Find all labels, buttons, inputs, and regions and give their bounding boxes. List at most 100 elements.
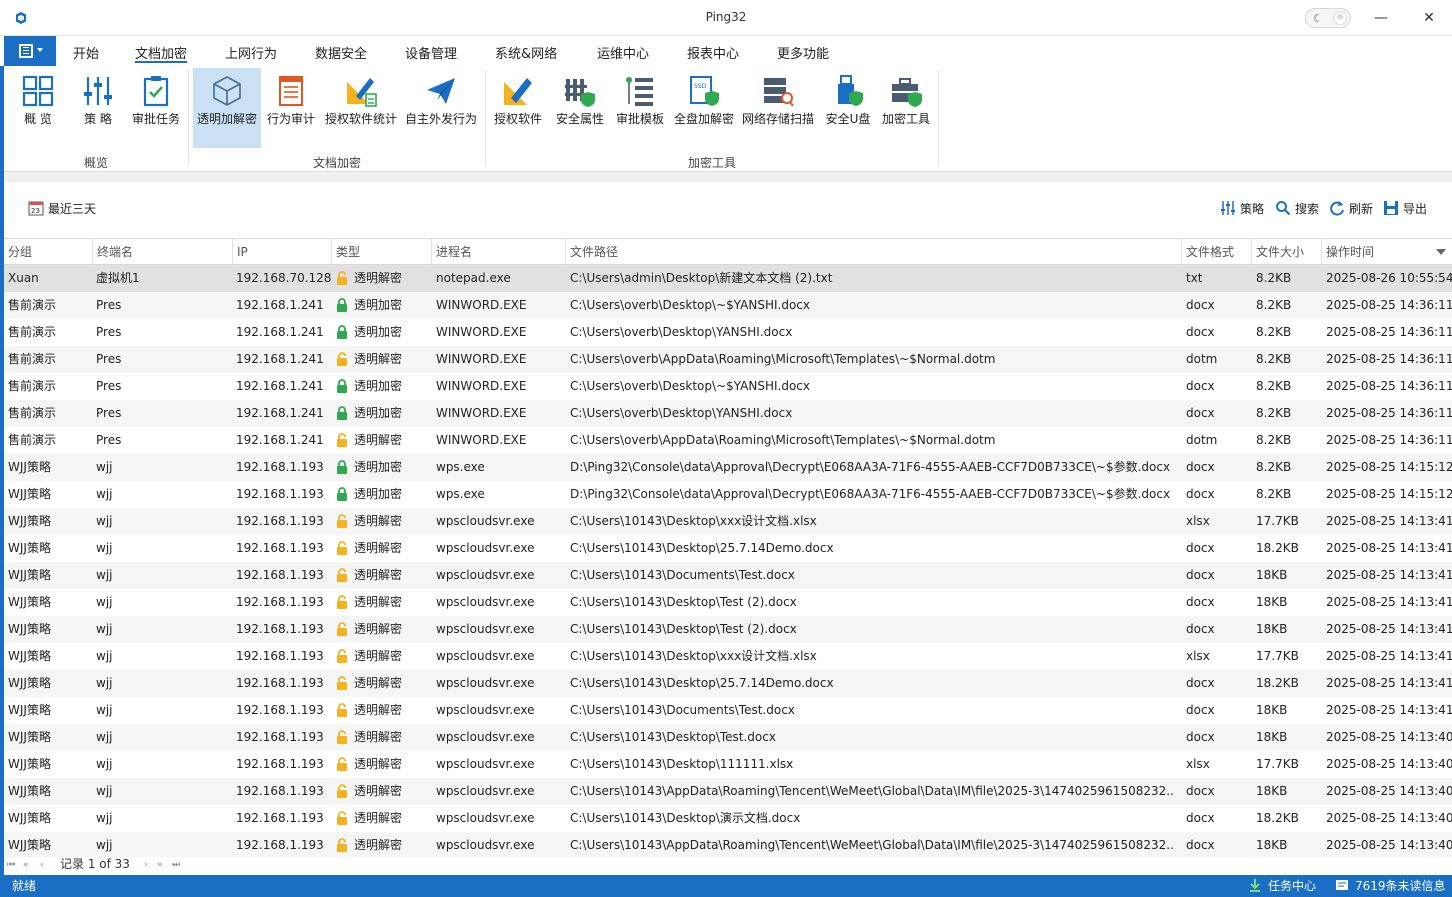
minimize-button[interactable]: — bbox=[1370, 8, 1392, 28]
table-row[interactable]: WJJ策略 wjj 192.168.1.193 透明解密 wpscloudsvr.exe… bbox=[4, 805, 1452, 832]
table-row[interactable]: WJJ策略 wjj 192.168.1.193 透明解密 wpscloudsvr.exe… bbox=[4, 589, 1452, 616]
lock-closed-icon bbox=[337, 379, 347, 393]
policy-tool-button[interactable]: 策略 bbox=[1220, 200, 1264, 218]
sort-descending-icon[interactable] bbox=[1436, 249, 1446, 255]
first-page-icon[interactable]: ⏮ bbox=[7, 857, 15, 873]
secure-usb-button[interactable]: 安全U盘 bbox=[820, 68, 876, 148]
column-header-file-format[interactable]: 文件格式 bbox=[1181, 239, 1251, 265]
column-header-group[interactable]: 分组 bbox=[4, 239, 92, 265]
column-header-process[interactable]: 进程名 bbox=[431, 239, 565, 265]
previous-page-icon[interactable]: ‹ bbox=[40, 857, 44, 873]
last-page-icon[interactable]: ⏭ bbox=[172, 857, 180, 873]
search-button[interactable]: 搜索 bbox=[1275, 200, 1319, 218]
tab-system-network[interactable]: 系统&网络 bbox=[495, 43, 557, 63]
cell-file-size: 8.2KB bbox=[1256, 271, 1292, 285]
table-row[interactable]: WJJ策略 wjj 192.168.1.193 透明加密 wps.exe D:\Ping3… bbox=[4, 481, 1452, 508]
table-row[interactable]: WJJ策略 wjj 192.168.1.193 透明解密 wpscloudsvr.exe… bbox=[4, 697, 1452, 724]
authorized-software-button[interactable]: 授权软件 bbox=[490, 68, 546, 148]
cell-file-format: docx bbox=[1186, 730, 1215, 744]
table-row[interactable]: WJJ策略 wjj 192.168.1.193 透明解密 wpscloudsvr.exe… bbox=[4, 616, 1452, 643]
cell-ip: 192.168.1.241 bbox=[236, 352, 324, 366]
tab-more-features[interactable]: 更多功能 bbox=[777, 43, 829, 63]
tab-data-security[interactable]: 数据安全 bbox=[315, 43, 367, 63]
theme-toggle[interactable]: ☾ ☼ bbox=[1305, 8, 1351, 28]
table-row[interactable]: WJJ策略 wjj 192.168.1.193 透明加密 wps.exe D:\Ping3… bbox=[4, 454, 1452, 481]
column-header-file-size[interactable]: 文件大小 bbox=[1251, 239, 1321, 265]
next-page-icon[interactable]: › bbox=[144, 857, 148, 873]
unread-messages-button[interactable]: 7619条未读信息 bbox=[1335, 878, 1446, 894]
cell-process: wpscloudsvr.exe bbox=[436, 703, 535, 717]
table-row[interactable]: 售前演示 Pres 192.168.1.241 透明加密 WINWORD.EXE C:\U… bbox=[4, 400, 1452, 427]
security-attributes-button[interactable]: 安全属性 bbox=[552, 68, 608, 148]
type-label: 透明解密 bbox=[354, 568, 403, 582]
cell-operation-time: 2025-08-25 14:15:12 bbox=[1326, 487, 1452, 501]
overview-button[interactable]: 概 览 bbox=[14, 68, 62, 148]
cell-terminal: wjj bbox=[96, 730, 113, 744]
tab-report-center[interactable]: 报表中心 bbox=[687, 43, 739, 63]
table-row[interactable]: 售前演示 Pres 192.168.1.241 透明加密 WINWORD.EXE C:\U… bbox=[4, 373, 1452, 400]
approval-clipboard-icon bbox=[143, 76, 169, 107]
next-page-group-icon[interactable]: » bbox=[157, 857, 163, 873]
tab-web-behavior[interactable]: 上网行为 bbox=[225, 43, 277, 63]
tab-document-encryption[interactable]: 文档加密 bbox=[135, 43, 188, 63]
approval-tasks-button[interactable]: 审批任务 bbox=[130, 68, 182, 148]
cell-file-size: 18KB bbox=[1256, 622, 1288, 636]
date-range-label: 最近三天 bbox=[48, 202, 97, 216]
table-row[interactable]: WJJ策略 wjj 192.168.1.193 透明解密 wpscloudsvr.exe… bbox=[4, 778, 1452, 805]
cell-process: wpscloudsvr.exe bbox=[436, 568, 535, 582]
column-header-terminal[interactable]: 终端名 bbox=[92, 239, 232, 265]
cell-file-path: C:\Users\overb\AppData\Roaming\Microsoft… bbox=[570, 352, 996, 366]
close-button[interactable]: ✕ bbox=[1418, 8, 1440, 28]
table-row[interactable]: 售前演示 Pres 192.168.1.241 透明加密 WINWORD.EXE C:\U… bbox=[4, 292, 1452, 319]
task-center-button[interactable]: 任务中心 bbox=[1248, 878, 1316, 894]
policy-button[interactable]: 策 略 bbox=[74, 68, 122, 148]
table-row[interactable]: WJJ策略 wjj 192.168.1.193 透明解密 wpscloudsvr.exe… bbox=[4, 508, 1452, 535]
table-row[interactable]: 售前演示 Pres 192.168.1.241 透明解密 WINWORD.EXE C:\U… bbox=[4, 346, 1452, 373]
tab-ops-center[interactable]: 运维中心 bbox=[597, 43, 649, 63]
table-row[interactable]: 售前演示 Pres 192.168.1.241 透明解密 WINWORD.EXE C:\U… bbox=[4, 427, 1452, 454]
network-storage-scan-button[interactable]: 网络存储扫描 bbox=[740, 68, 816, 148]
table-row[interactable]: 售前演示 Pres 192.168.1.241 透明加密 WINWORD.EXE C:\U… bbox=[4, 319, 1452, 346]
table-row[interactable]: WJJ策略 wjj 192.168.1.193 透明解密 wpscloudsvr.exe… bbox=[4, 562, 1452, 589]
tab-start[interactable]: 开始 bbox=[73, 43, 99, 63]
ribbon-group-overview: 概览 bbox=[84, 156, 109, 170]
cell-group: WJJ策略 bbox=[8, 460, 51, 474]
table-row[interactable]: WJJ策略 wjj 192.168.1.193 透明解密 wpscloudsvr.exe… bbox=[4, 670, 1452, 697]
transparent-encryption-button[interactable]: 透明加解密 bbox=[193, 68, 261, 148]
table-row[interactable]: WJJ策略 wjj 192.168.1.193 透明解密 wpscloudsvr.exe… bbox=[4, 751, 1452, 778]
table-row[interactable]: WJJ策略 wjj 192.168.1.193 透明解密 wpscloudsvr.exe… bbox=[4, 724, 1452, 751]
column-header-file-path[interactable]: 文件路径 bbox=[565, 239, 1181, 265]
cell-terminal: wjj bbox=[96, 460, 113, 474]
pager-bar bbox=[4, 857, 1452, 875]
table-row[interactable]: WJJ策略 wjj 192.168.1.193 透明解密 wpscloudsvr.exe… bbox=[4, 643, 1452, 670]
full-disk-encryption-button[interactable]: SSD 全盘加解密 bbox=[670, 68, 738, 148]
cell-file-size: 8.2KB bbox=[1256, 298, 1292, 312]
tab-device-management[interactable]: 设备管理 bbox=[405, 43, 457, 63]
date-range-filter[interactable]: 23 最近三天 bbox=[28, 200, 96, 218]
cell-file-path: C:\Users\admin\Desktop\新建文本文档 (2).txt bbox=[570, 271, 833, 285]
cell-operation-time: 2025-08-25 14:36:11 bbox=[1326, 433, 1452, 447]
app-menu-button[interactable] bbox=[4, 36, 56, 66]
approval-template-button[interactable]: 审批模板 bbox=[612, 68, 668, 148]
column-header-ip[interactable]: IP bbox=[232, 239, 331, 265]
cell-type: 透明解密 bbox=[336, 670, 432, 697]
refresh-button[interactable]: 刷新 bbox=[1329, 200, 1373, 218]
export-button[interactable]: 导出 bbox=[1383, 200, 1427, 218]
cell-file-format: docx bbox=[1186, 838, 1215, 852]
cell-process: wpscloudsvr.exe bbox=[436, 676, 535, 690]
cell-terminal: wjj bbox=[96, 568, 113, 582]
cell-operation-time: 2025-08-25 14:13:41 bbox=[1326, 676, 1452, 690]
cell-terminal: Pres bbox=[96, 325, 122, 339]
table-row[interactable]: WJJ策略 wjj 192.168.1.193 透明解密 wpscloudsvr.exe… bbox=[4, 535, 1452, 562]
tree-list-icon bbox=[626, 77, 653, 106]
table-row[interactable]: WJJ策略 wjj 192.168.1.193 透明解密 wpscloudsvr.exe… bbox=[4, 832, 1452, 857]
table-row[interactable]: Xuan 虚拟机1 192.168.70.128 透明解密 notepad.exe C:\… bbox=[4, 265, 1452, 292]
previous-page-group-icon[interactable]: « bbox=[23, 857, 29, 873]
behavior-audit-button[interactable]: 行为审计 bbox=[264, 68, 318, 148]
authorized-software-stats-button[interactable]: 授权软件统计 bbox=[322, 68, 400, 148]
self-outbound-button[interactable]: 自主外发行为 bbox=[402, 68, 480, 148]
cell-file-path: C:\Users\10143\Desktop\xxx设计文档.xlsx bbox=[570, 649, 817, 663]
column-header-operation-time[interactable]: 操作时间 bbox=[1321, 239, 1452, 265]
column-header-type[interactable]: 类型 bbox=[331, 239, 431, 265]
encryption-tools-button[interactable]: 加密工具 bbox=[878, 68, 934, 148]
